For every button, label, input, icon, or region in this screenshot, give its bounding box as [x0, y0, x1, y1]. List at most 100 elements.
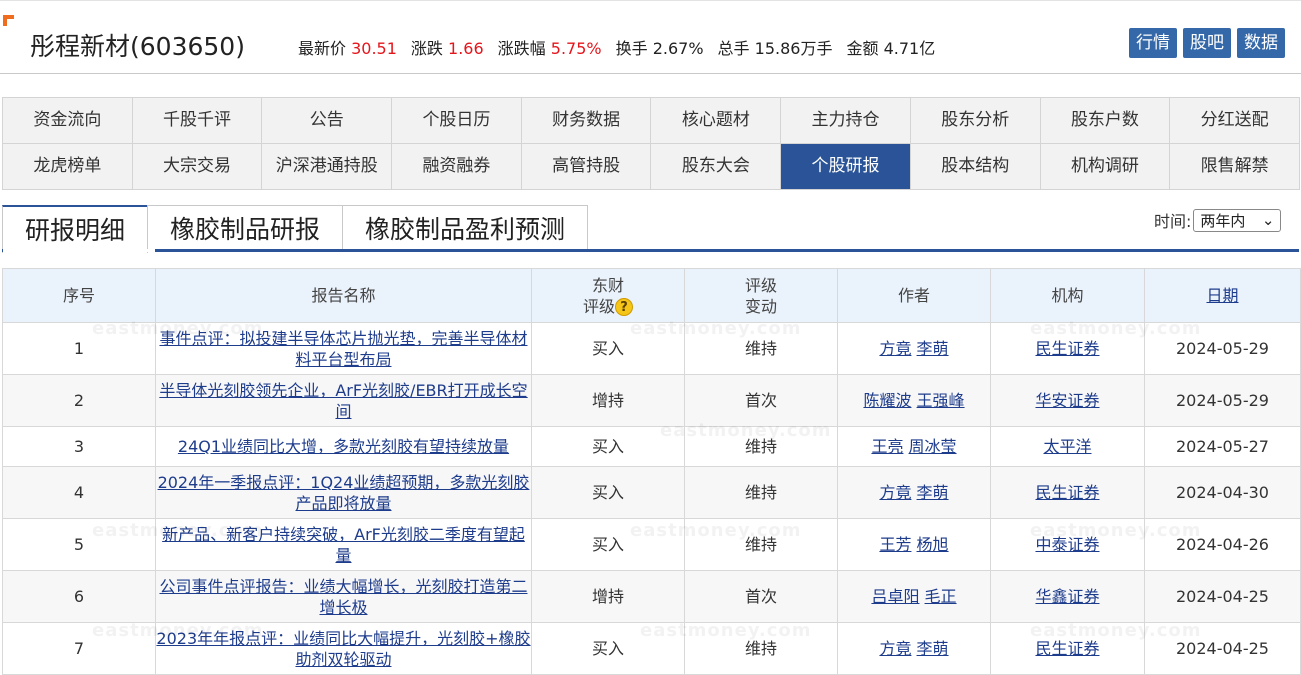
rating-change-cell: 维持 [684, 622, 838, 675]
nav-item[interactable]: 股本结构 [910, 144, 1041, 190]
stock-header: 彤程新材(603650) 最新价 30.51 涨跌 1.66 涨跌幅 5.75% 换手… [0, 0, 1301, 74]
report-title-link[interactable]: 2023年年报点评：业绩同比大幅提升，光刻胶+橡胶助剂双轮驱动 [156, 629, 530, 669]
author-link[interactable]: 李萌 [917, 639, 949, 658]
nav-item[interactable]: 个股日历 [392, 98, 522, 144]
nav-item[interactable]: 股东大会 [651, 144, 782, 190]
institution-link[interactable]: 中泰证券 [1035, 535, 1099, 554]
time-range-select[interactable]: 两年内 ⌄ [1193, 208, 1282, 232]
author-link[interactable]: 李萌 [917, 483, 949, 502]
report-title-cell[interactable]: 新产品、新客户持续突破，ArF光刻胶二季度有望起量 [155, 518, 532, 571]
rating-cell: 买入 [531, 322, 685, 375]
table-row: 3 24Q1业绩同比大增，多款光刻胶有望持续放量 买入 维持 王亮 周冰莹 太平洋 2024… [2, 426, 1301, 467]
tab-industry-forecast[interactable]: 橡胶制品盈利预测 [342, 205, 589, 252]
author-link[interactable]: 王芳 [879, 535, 911, 554]
author-link[interactable]: 王亮 [871, 437, 903, 456]
table-row: 1 事件点评：拟投建半导体芯片抛光垫，完善半导体材料平台型布局 买入 维持 方竟 李萌民… [2, 322, 1301, 375]
author-link[interactable]: 毛正 [925, 587, 957, 606]
report-title-link[interactable]: 新产品、新客户持续突破，ArF光刻胶二季度有望起量 [162, 525, 525, 565]
nav-item[interactable]: 高管持股 [521, 144, 652, 190]
report-title-link[interactable]: 2024年一季报点评：1Q24业绩超预期，多款光刻胶产品即将放量 [158, 473, 530, 513]
help-icon[interactable]: ? [615, 298, 633, 316]
institution-cell[interactable]: 民生证券 [990, 622, 1145, 675]
rating-cell: 买入 [531, 426, 685, 467]
seq-cell: 6 [2, 570, 156, 623]
col-rating: 东财 评级? [531, 268, 685, 323]
institution-cell[interactable]: 华鑫证券 [990, 570, 1145, 623]
institution-cell[interactable]: 中泰证券 [990, 518, 1145, 571]
nav-item[interactable]: 沪深港通持股 [262, 144, 393, 190]
author-link[interactable]: 周冰莹 [909, 437, 957, 456]
author-link[interactable]: 王强峰 [917, 391, 965, 410]
nav-item[interactable]: 大宗交易 [132, 144, 263, 190]
institution-cell[interactable]: 太平洋 [990, 426, 1145, 467]
author-link[interactable]: 方竟 [879, 639, 911, 658]
quote-item: 涨跌 1.66 [411, 39, 484, 58]
authors-cell: 方竟 李萌 [837, 322, 991, 375]
nav-item[interactable]: 股东分析 [910, 98, 1041, 144]
market-button[interactable]: 行情 [1129, 28, 1177, 58]
institution-link[interactable]: 民生证券 [1035, 483, 1099, 502]
author-link[interactable]: 李萌 [917, 339, 949, 358]
report-title-link[interactable]: 半导体光刻胶领先企业，ArF光刻胶/EBR打开成长空间 [159, 381, 527, 421]
nav-item[interactable]: 主力持仓 [781, 98, 911, 144]
author-link[interactable]: 方竟 [879, 339, 911, 358]
report-title-cell[interactable]: 2024年一季报点评：1Q24业绩超预期，多款光刻胶产品即将放量 [155, 466, 532, 519]
seq-cell: 2 [2, 374, 156, 427]
stock-title: 彤程新材(603650) [30, 32, 245, 61]
nav-item[interactable]: 龙虎榜单 [3, 144, 133, 190]
report-title-cell[interactable]: 2023年年报点评：业绩同比大幅提升，光刻胶+橡胶助剂双轮驱动 [155, 622, 532, 675]
nav-item[interactable]: 融资融券 [392, 144, 522, 190]
author-link[interactable]: 杨旭 [917, 535, 949, 554]
tab-industry-reports[interactable]: 橡胶制品研报 [147, 205, 344, 252]
authors-cell: 吕卓阳 毛正 [837, 570, 991, 623]
authors-cell: 方竟 李萌 [837, 622, 991, 675]
nav-item[interactable]: 机构调研 [1040, 144, 1171, 190]
nav-item[interactable]: 资金流向 [3, 98, 133, 144]
nav-item[interactable]: 个股研报 [781, 144, 911, 190]
report-title-link[interactable]: 24Q1业绩同比大增，多款光刻胶有望持续放量 [178, 437, 509, 456]
col-institution: 机构 [990, 268, 1145, 323]
institution-cell[interactable]: 华安证券 [990, 374, 1145, 427]
report-title-link[interactable]: 事件点评：拟投建半导体芯片抛光垫，完善半导体材料平台型布局 [159, 329, 527, 369]
institution-link[interactable]: 华鑫证券 [1035, 587, 1099, 606]
author-link[interactable]: 吕卓阳 [871, 587, 919, 606]
institution-link[interactable]: 民生证券 [1035, 339, 1099, 358]
quote-label: 涨跌 [410, 39, 443, 58]
authors-cell: 王芳 杨旭 [837, 518, 991, 571]
seq-cell: 5 [2, 518, 156, 571]
institution-cell[interactable]: 民生证券 [990, 466, 1145, 519]
rating-change-cell: 首次 [684, 374, 838, 427]
nav-item[interactable]: 财务数据 [521, 98, 652, 144]
report-title-cell[interactable]: 公司事件点评报告：业绩大幅增长，光刻胶打造第二增长极 [155, 570, 532, 623]
nav-item[interactable]: 公告 [262, 98, 393, 144]
institution-cell[interactable]: 民生证券 [990, 322, 1145, 375]
data-button[interactable]: 数据 [1237, 28, 1285, 58]
tab-report-detail[interactable]: 研报明细 [2, 205, 149, 253]
nav-item[interactable]: 分红送配 [1170, 98, 1300, 144]
institution-link[interactable]: 民生证券 [1035, 639, 1099, 658]
report-tabs: 研报明细 橡胶制品研报 橡胶制品盈利预测 [2, 205, 589, 253]
report-title-link[interactable]: 公司事件点评报告：业绩大幅增长，光刻胶打造第二增长极 [159, 577, 527, 617]
quote-value: 5.75% [550, 39, 602, 58]
author-link[interactable]: 陈耀波 [863, 391, 911, 410]
header-buttons: 行情 股吧 数据 [1129, 28, 1285, 58]
report-title-cell[interactable]: 24Q1业绩同比大增，多款光刻胶有望持续放量 [155, 426, 532, 467]
section-nav: 资金流向 千股千评 公告 个股日历 财务数据 核心题材 主力持仓 股东分析 股东户数 分红送配龙虎… [2, 97, 1300, 190]
nav-item[interactable]: 核心题材 [651, 98, 782, 144]
rating-cell: 增持 [531, 570, 685, 623]
institution-link[interactable]: 华安证券 [1035, 391, 1099, 410]
institution-link[interactable]: 太平洋 [1043, 437, 1091, 456]
nav-item[interactable]: 限售解禁 [1170, 144, 1300, 190]
col-date[interactable]: 日期 [1144, 268, 1301, 323]
nav-item[interactable]: 千股千评 [132, 98, 263, 144]
date-cell: 2024-04-25 [1144, 570, 1301, 623]
forum-button[interactable]: 股吧 [1183, 28, 1231, 58]
quote-bar: 最新价 30.51 涨跌 1.66 涨跌幅 5.75% 换手 2.67% 总手 15.8… [298, 35, 949, 59]
rating-change-cell: 维持 [684, 322, 838, 375]
report-title-cell[interactable]: 事件点评：拟投建半导体芯片抛光垫，完善半导体材料平台型布局 [155, 322, 532, 375]
author-link[interactable]: 方竟 [879, 483, 911, 502]
quote-value: 4.71亿 [883, 39, 936, 58]
report-title-cell[interactable]: 半导体光刻胶领先企业，ArF光刻胶/EBR打开成长空间 [155, 374, 532, 427]
date-sort-link[interactable]: 日期 [1206, 286, 1238, 305]
nav-item[interactable]: 股东户数 [1040, 98, 1171, 144]
